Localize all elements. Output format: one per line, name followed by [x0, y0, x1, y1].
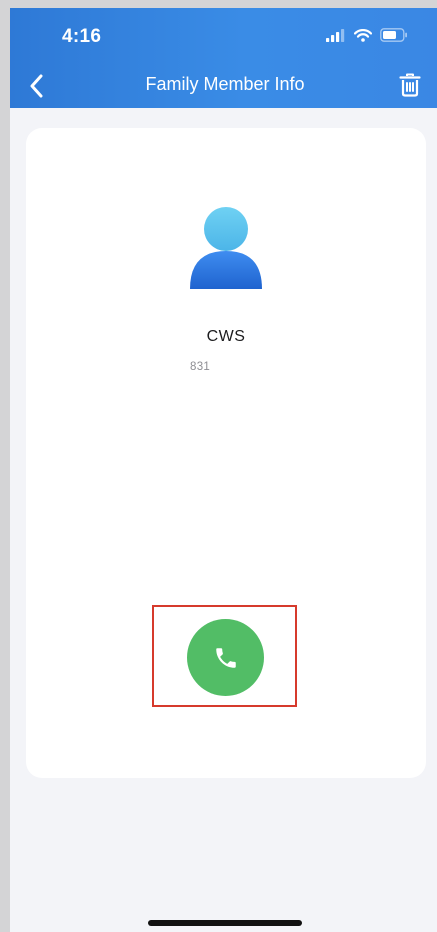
contact-number: 831 [190, 361, 211, 373]
trash-icon [399, 73, 421, 97]
status-icons [326, 28, 408, 42]
wifi-icon [354, 28, 372, 42]
app-header: 4:16 Family Member Info [10, 8, 437, 108]
cellular-signal-icon [326, 28, 345, 42]
contact-name: CWS [206, 328, 246, 345]
call-button[interactable] [187, 619, 264, 696]
page-title: Family Member Info [145, 74, 305, 94]
phone-icon [215, 647, 236, 668]
status-time: 4:16 [62, 26, 102, 47]
person-icon [190, 207, 262, 289]
contact-card: CWS 831 [26, 128, 426, 778]
battery-icon [380, 28, 407, 42]
home-indicator[interactable] [148, 920, 302, 926]
phone-screen: 4:16 Family Member Info CWS 831 [10, 8, 437, 932]
delete-button[interactable] [397, 71, 423, 99]
